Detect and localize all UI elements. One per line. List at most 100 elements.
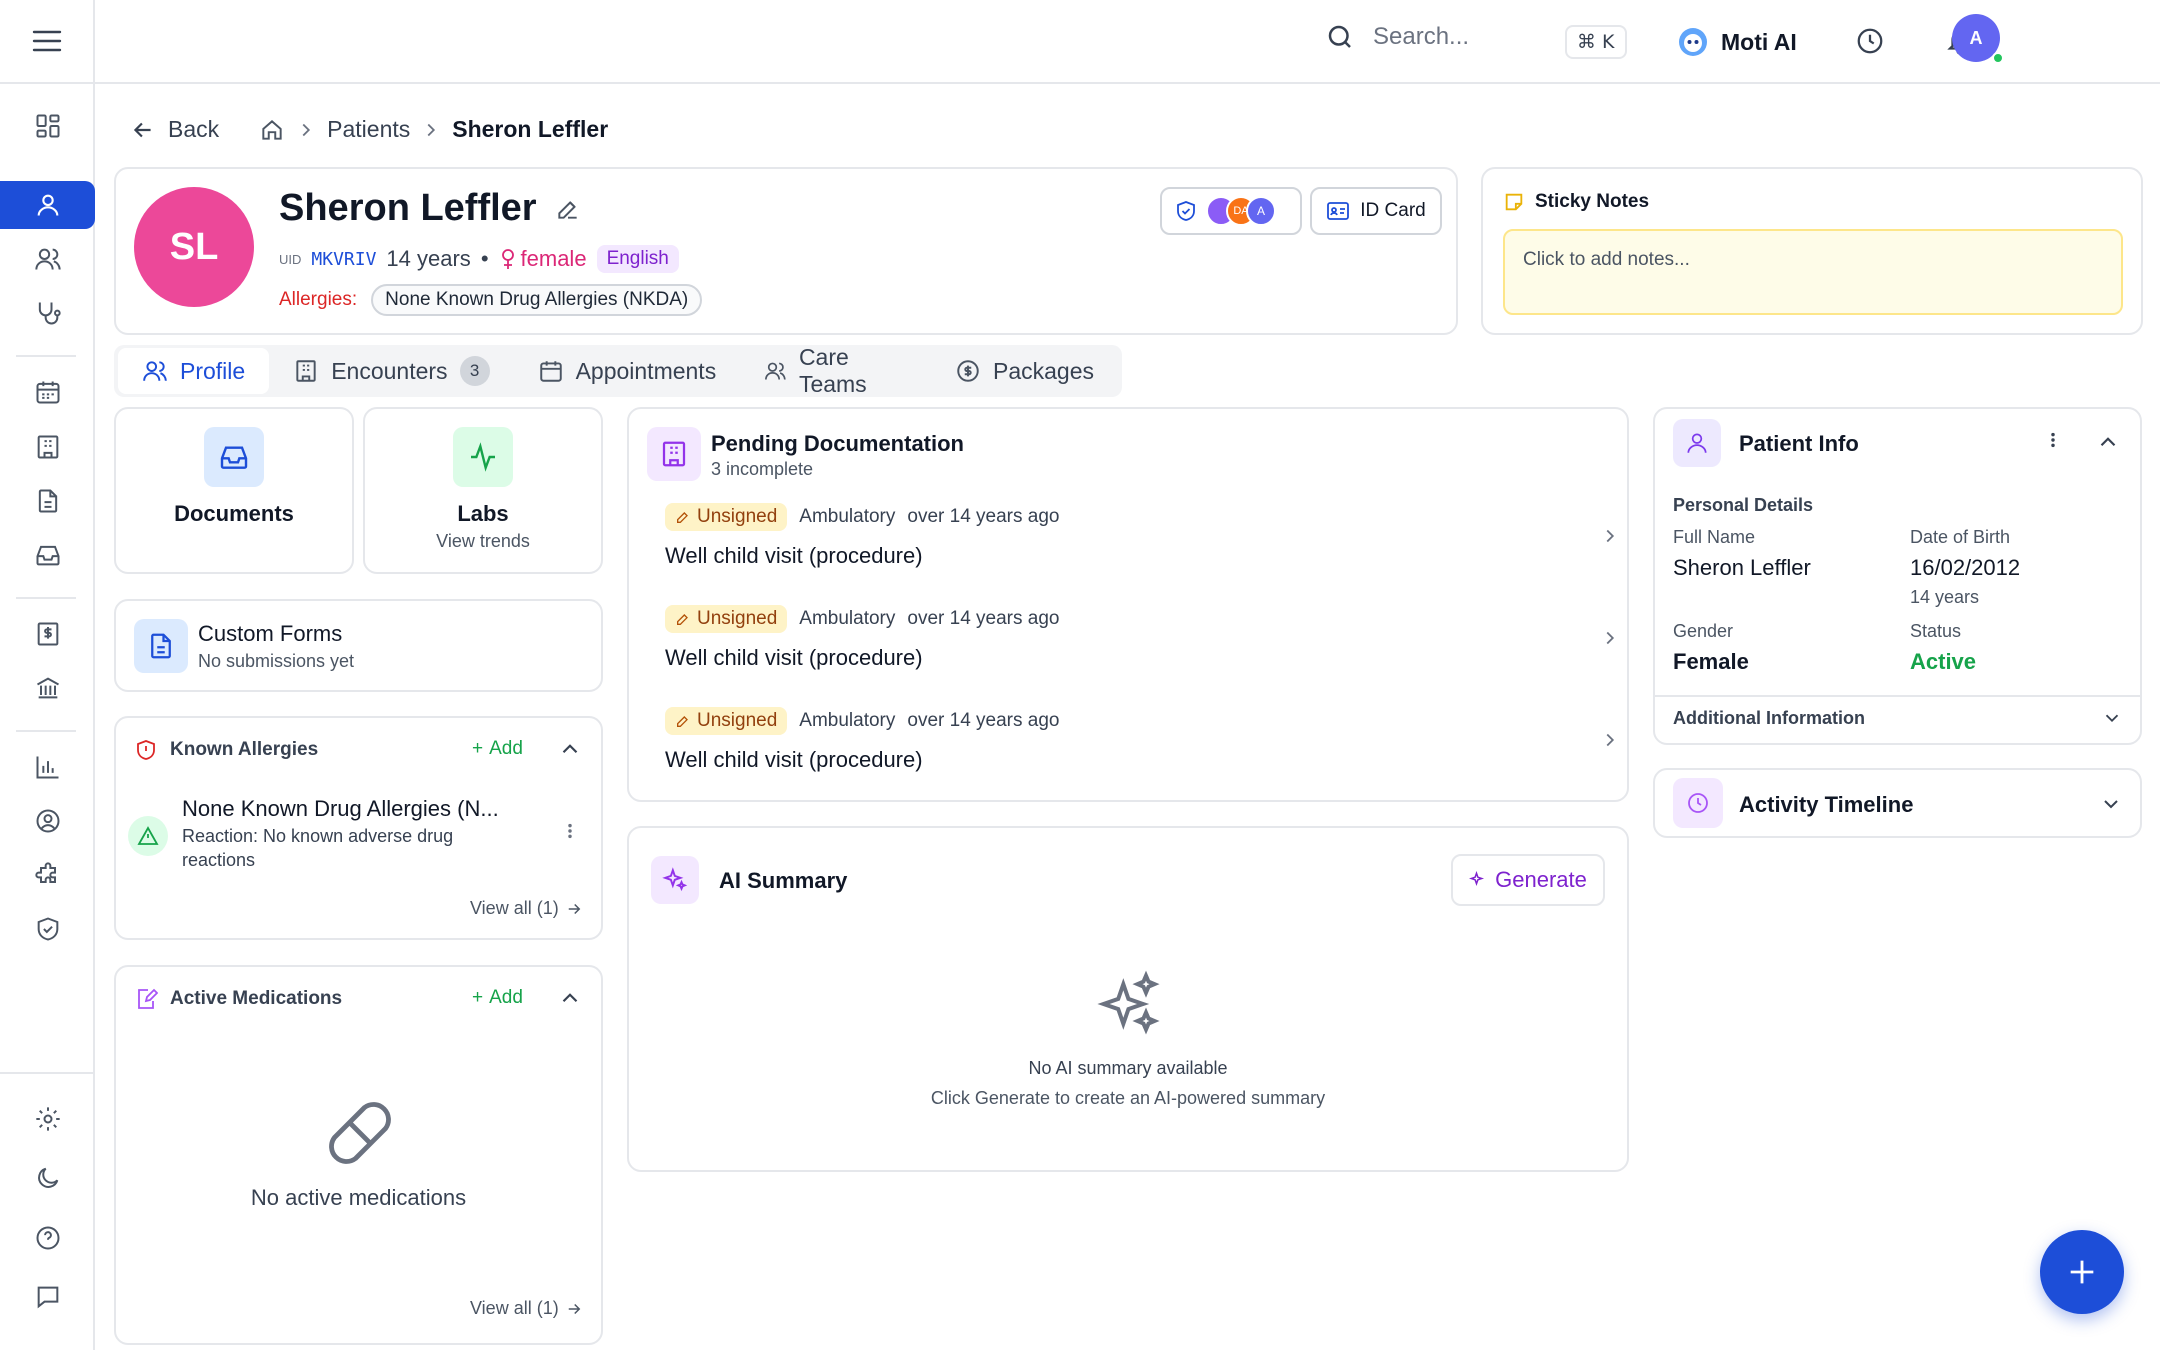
edit-icon	[677, 512, 688, 523]
tab-care-teams-label: Care Teams	[798, 344, 867, 397]
shield-alert-icon	[137, 740, 155, 760]
calendar-icon	[36, 381, 59, 404]
sidebar-item-help[interactable]	[0, 1214, 95, 1262]
sparkles-icon	[1469, 871, 1485, 887]
clock-icon	[1688, 793, 1708, 813]
clipboard-edit-icon	[138, 988, 158, 1009]
sidebar-item-account[interactable]	[0, 797, 95, 845]
encounter-time: over 14 years ago	[907, 506, 1060, 527]
edit-icon[interactable]	[555, 196, 581, 222]
moon-icon	[37, 1167, 58, 1188]
sticky-notes-input[interactable]: Click to add notes...	[1503, 229, 2123, 315]
sidebar-item-clinical[interactable]	[0, 289, 95, 337]
medications-view-all[interactable]: View all (1)	[470, 1298, 583, 1319]
additional-info-toggle[interactable]: Additional Information	[1673, 707, 2123, 729]
breadcrumb: Back Patients Sheron Leffler	[130, 116, 608, 143]
history-button[interactable]	[1855, 26, 1885, 56]
patient-age: 14 years	[386, 246, 471, 271]
breadcrumb-patients[interactable]: Patients	[327, 116, 410, 143]
activity-timeline-title: Activity Timeline	[1739, 792, 1914, 817]
tab-appointments[interactable]: Appointments	[514, 346, 741, 396]
chevron-up-icon[interactable]	[2095, 429, 2121, 455]
sidebar-item-integrations[interactable]	[0, 851, 95, 899]
menu-button[interactable]	[0, 0, 93, 84]
chevron-down-icon	[2104, 800, 2118, 809]
sidebar-item-facilities[interactable]	[0, 423, 95, 471]
tab-encounters-label: Encounters	[331, 357, 448, 384]
home-icon[interactable]	[259, 117, 285, 143]
sidebar-item-feedback[interactable]	[0, 1273, 95, 1321]
sidebar-item-security[interactable]	[0, 905, 95, 953]
more-vertical-icon[interactable]	[2045, 427, 2061, 453]
back-button[interactable]: Back	[130, 116, 219, 143]
patient-info-card: Patient Info Personal Details Full Name …	[1653, 407, 2142, 745]
patient-uid: MKVRIV	[311, 248, 377, 270]
back-label: Back	[168, 116, 220, 142]
add-allergy-button[interactable]: + Add	[472, 738, 523, 760]
sidebar-item-billing[interactable]	[0, 610, 95, 658]
hamburger-icon	[32, 30, 61, 52]
team-avatar: A	[1246, 196, 1276, 226]
uid-label: UID	[279, 251, 302, 267]
sidebar-item-settings[interactable]	[0, 1095, 95, 1143]
bank-icon	[36, 677, 59, 699]
add-medication-button[interactable]: + Add	[472, 987, 523, 1009]
sidebar-item-calendar[interactable]	[0, 368, 95, 416]
sidebar-item-documents[interactable]	[0, 477, 95, 525]
full-name-value: Sheron Leffler	[1673, 555, 1811, 580]
puzzle-icon	[34, 862, 56, 883]
sidebar	[0, 0, 95, 1350]
chevron-up-icon[interactable]	[557, 736, 583, 762]
plus-icon: +	[472, 987, 484, 1008]
plus-icon: +	[472, 738, 484, 759]
chevron-up-icon[interactable]	[557, 985, 583, 1011]
arrow-right-icon	[568, 1303, 581, 1314]
tab-profile-label: Profile	[180, 357, 246, 384]
dob-label: Date of Birth	[1910, 527, 2011, 547]
add-fab-button[interactable]	[2040, 1230, 2124, 1314]
breadcrumb-current: Sheron Leffler	[452, 116, 609, 142]
patient-header-card: SL Sheron Leffler UID MKVRIV 14 years • …	[114, 167, 1458, 335]
more-vertical-icon[interactable]	[562, 818, 578, 844]
pending-item[interactable]: Unsigned Ambulatory over 14 years ago We…	[665, 503, 1625, 595]
dob-age: 14 years	[1910, 587, 1980, 607]
documents-icon-box	[204, 427, 264, 487]
sidebar-item-dashboard[interactable]	[0, 102, 95, 150]
pending-item[interactable]: Unsigned Ambulatory over 14 years ago We…	[665, 707, 1625, 799]
sidebar-item-users[interactable]	[0, 235, 95, 283]
tab-profile[interactable]: Profile	[118, 348, 270, 394]
users-icon	[143, 361, 167, 381]
tab-encounters[interactable]: Encounters 3	[269, 346, 513, 396]
moti-ai-label: Moti AI	[1721, 28, 1797, 55]
generate-button[interactable]: Generate	[1451, 854, 1605, 906]
medications-view-all-label: View all (1)	[470, 1298, 559, 1318]
encounter-type: Ambulatory	[799, 710, 896, 731]
user-circle-icon	[36, 809, 59, 833]
tab-care-teams[interactable]: Care Teams	[740, 344, 931, 397]
sidebar-item-inbox[interactable]	[0, 531, 95, 579]
allergies-view-all[interactable]: View all (1)	[470, 898, 583, 919]
search-input[interactable]: Search...	[1373, 23, 1469, 51]
search-bar[interactable]: Search...	[1325, 22, 1469, 52]
labs-card[interactable]: Labs View trends	[363, 407, 603, 574]
alert-triangle-icon	[137, 826, 159, 845]
pending-item[interactable]: Unsigned Ambulatory over 14 years ago We…	[665, 605, 1625, 697]
custom-forms-card[interactable]: Custom Forms No submissions yet	[114, 599, 603, 692]
documents-card[interactable]: Documents	[114, 407, 354, 574]
dollar-file-icon	[37, 622, 58, 646]
file-text-icon	[151, 633, 171, 659]
theme-toggle[interactable]	[0, 1154, 95, 1202]
tab-packages[interactable]: Packages	[931, 346, 1118, 396]
id-card-button[interactable]: ID Card	[1310, 187, 1442, 235]
allergy-chip: None Known Drug Allergies (NKDA)	[371, 284, 703, 316]
moti-ai-button[interactable]: Moti AI	[1677, 26, 1797, 58]
patient-gender-label: female	[520, 246, 587, 271]
gender-label: Gender	[1673, 621, 1734, 641]
patient-info-title: Patient Info	[1739, 431, 1859, 456]
sparkles-icon	[1097, 970, 1160, 1035]
care-team-button[interactable]: DA A	[1160, 187, 1302, 235]
sidebar-item-bank[interactable]	[0, 664, 95, 712]
sidebar-item-reports[interactable]	[0, 743, 95, 791]
activity-timeline-card[interactable]: Activity Timeline	[1653, 768, 2142, 838]
sidebar-item-patients[interactable]	[0, 181, 95, 229]
